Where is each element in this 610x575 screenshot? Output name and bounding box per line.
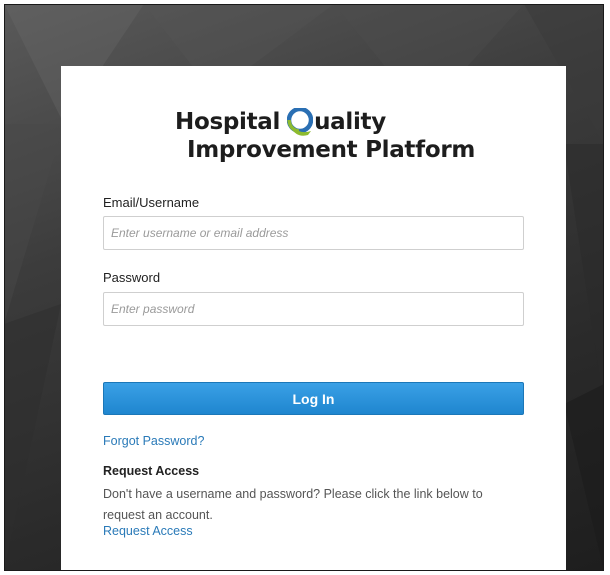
password-label: Password: [103, 270, 161, 285]
login-button[interactable]: Log In: [103, 382, 524, 415]
request-access-heading: Request Access: [103, 464, 200, 478]
logo-word-hospital: Hospital: [175, 109, 281, 135]
request-access-link[interactable]: Request Access: [103, 524, 193, 538]
login-card: Hospital uality Improvement Platform Ema…: [61, 66, 566, 571]
password-input[interactable]: [103, 292, 524, 326]
logo-word-quality: uality: [314, 109, 386, 135]
forgot-password-link[interactable]: Forgot Password?: [103, 434, 204, 448]
background-frame: Hospital uality Improvement Platform Ema…: [4, 4, 604, 571]
logo-line-1: Hospital uality: [175, 108, 386, 136]
platform-logo: Hospital uality Improvement Platform: [175, 108, 475, 178]
email-label: Email/Username: [103, 195, 200, 210]
logo-line-2: Improvement Platform: [187, 137, 476, 163]
logo-q-icon: [287, 108, 314, 136]
email-username-input[interactable]: [103, 216, 524, 250]
request-access-description: Don't have a username and password? Plea…: [103, 487, 483, 522]
